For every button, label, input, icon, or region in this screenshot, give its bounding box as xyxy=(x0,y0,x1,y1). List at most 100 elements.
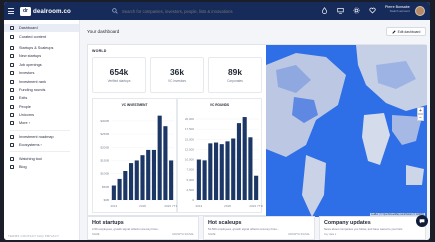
y-tick-label: 7,500 xyxy=(186,168,194,172)
edit-dashboard-label: Edit dashboard xyxy=(397,29,421,34)
column-name: NAME xyxy=(208,233,216,236)
globe-icon xyxy=(10,143,14,148)
document-icon xyxy=(10,165,14,170)
sidebar-item-jobs[interactable]: Job openings xyxy=(4,61,79,69)
sidebar-item-investment-rank[interactable]: Investment rank xyxy=(4,77,79,85)
bar-2016[interactable] xyxy=(128,163,134,200)
x-tick-label: 2023 YTD xyxy=(164,204,178,208)
edit-dashboard-button[interactable]: Edit dashboard xyxy=(386,27,426,36)
monitor-icon[interactable] xyxy=(336,6,344,14)
people-icon xyxy=(10,104,14,109)
hot-scaleups-card[interactable]: Hot scaleups 51-500 employees, growth si… xyxy=(203,216,315,240)
bar-2016[interactable] xyxy=(213,142,219,200)
y-tick-label: 17,500 xyxy=(185,127,195,131)
sidebar-item-investment-roadmap[interactable]: Investment roadmap xyxy=(4,133,79,141)
kpi-verified-startups[interactable]: 654k Verified startups xyxy=(92,57,146,93)
heart-icon[interactable] xyxy=(368,6,376,14)
bar-2023-ytd[interactable] xyxy=(169,160,174,200)
sidebar-item-dashboard[interactable]: Dashboard xyxy=(4,24,79,33)
bar-2021[interactable] xyxy=(157,115,162,200)
sidebar-item-label: Investors xyxy=(19,71,35,76)
sidebar-item-funding-rounds[interactable]: Funding rounds xyxy=(4,86,79,94)
bar-2023-ytd[interactable] xyxy=(254,175,259,200)
sidebar-item-startups[interactable]: Startups & Scaleups xyxy=(4,44,79,52)
column-growth: GROWTH SIGNAL xyxy=(171,233,194,236)
y-tick-label: $250B xyxy=(100,132,109,136)
x-tick-label: 2013 xyxy=(196,204,203,208)
bar-2022[interactable] xyxy=(163,126,168,200)
bar-2021[interactable] xyxy=(242,117,247,200)
brand-logo[interactable]: dr dealroom.co xyxy=(20,6,71,16)
chat-icon xyxy=(419,219,425,224)
eye-icon xyxy=(10,156,14,161)
screen-background: dr dealroom.co Pierre Bonsabe Switch acc… xyxy=(0,0,435,242)
kpi-row: 654k Verified startups 36k VC investors … xyxy=(92,57,262,93)
bar-2015[interactable] xyxy=(208,143,213,200)
kpi-label: VC investors xyxy=(167,79,187,83)
bar-2020[interactable] xyxy=(151,149,157,200)
company-updates-card[interactable]: Company updates News about companies you… xyxy=(319,216,426,240)
vc-rounds-chart[interactable]: VC ROUNDS 0 2,500 5,000 7,500 10,000 12,500 15… xyxy=(177,98,263,213)
kpi-vc-investors[interactable]: 36k VC investors xyxy=(150,57,204,93)
sidebar-item-blog[interactable]: Blog xyxy=(4,163,79,171)
bar-2017[interactable] xyxy=(219,144,224,200)
bank-icon xyxy=(10,71,14,76)
zoom-out-button[interactable]: − xyxy=(417,114,424,121)
avatar[interactable] xyxy=(415,6,425,16)
bar-2013[interactable] xyxy=(196,159,201,200)
search-input[interactable] xyxy=(122,8,302,14)
sidebar-item-new-startups[interactable]: New startups xyxy=(4,52,79,60)
column-growth: GROWTH SIGNAL xyxy=(287,233,310,236)
card-columns: NAME GROWTH SIGNAL xyxy=(208,233,310,236)
bar-2014[interactable] xyxy=(202,160,207,200)
droplet-icon[interactable] xyxy=(320,6,328,14)
sidebar-item-more[interactable]: More › xyxy=(4,119,79,127)
sidebar-item-people[interactable]: People xyxy=(4,103,79,111)
top-icons xyxy=(320,6,376,14)
card-subtitle: 51-500 employees, growth signal reflects… xyxy=(208,227,280,231)
world-map[interactable]: + − Leaflet | © OpenStreetMap contributo… xyxy=(266,45,427,217)
star-icon xyxy=(10,34,14,39)
sidebar-item-unicorns[interactable]: Unicorns xyxy=(4,111,79,119)
bar-2022[interactable] xyxy=(248,137,253,200)
sidebar-item-label: Watching tool xyxy=(19,156,42,161)
sidebar-item-investors[interactable]: Investors xyxy=(4,69,79,77)
bar-2018[interactable] xyxy=(140,155,145,200)
chat-button[interactable] xyxy=(416,215,428,227)
bar-2019[interactable] xyxy=(231,138,236,200)
card-title: Hot startups xyxy=(92,220,124,226)
zoom-in-button[interactable]: + xyxy=(417,107,424,114)
ranking-icon xyxy=(10,79,14,84)
user-menu[interactable]: Pierre Bonsabe Switch account xyxy=(385,5,410,13)
search-bar[interactable] xyxy=(112,6,302,16)
sidebar-footer-links[interactable]: TERMS CONTACT FAQ PRIVACY xyxy=(8,234,59,238)
bar-2019[interactable] xyxy=(146,149,151,200)
briefcase-icon xyxy=(10,62,14,67)
bar-2014[interactable] xyxy=(117,178,122,200)
y-tick-label: 20,000 xyxy=(185,117,195,121)
bar-2013[interactable] xyxy=(111,185,116,201)
card-columns: NAME GROWTH SIGNAL xyxy=(92,233,194,236)
money-icon xyxy=(10,87,14,92)
date-filter[interactable]: Any date ▾ xyxy=(324,233,336,236)
bar-2020[interactable] xyxy=(236,123,242,200)
gear-icon[interactable] xyxy=(352,6,360,14)
chart-title: VC INVESTMENT xyxy=(121,103,148,107)
kpi-corporates[interactable]: 89k Corporates xyxy=(208,57,262,93)
sidebar-item-curated[interactable]: Curated content xyxy=(4,32,79,40)
bar-2018[interactable] xyxy=(225,141,230,200)
bar-2015[interactable] xyxy=(123,171,128,200)
sidebar-item-ecosystems[interactable]: Ecosystems › xyxy=(4,141,79,149)
sidebar-item-label: Blog xyxy=(19,165,27,170)
menu-icon[interactable] xyxy=(4,2,18,20)
sidebar-item-label: Investment rank xyxy=(19,79,47,84)
sidebar-item-watching-tool[interactable]: Watching tool xyxy=(4,154,79,162)
hot-startups-card[interactable]: Hot startups 2-50 employees, growth sign… xyxy=(87,216,199,240)
y-tick-label: $200B xyxy=(100,145,109,149)
sidebar-item-exits[interactable]: Exits xyxy=(4,94,79,102)
bar-2017[interactable] xyxy=(134,160,139,200)
vc-investment-chart[interactable]: VC INVESTMENT $0B $50B $100B $150B $200B $250… xyxy=(92,98,178,213)
sidebar-item-label: Exits xyxy=(19,96,28,101)
world-panel: WORLD 654k Verified startups 36k VC inve… xyxy=(87,44,427,217)
page-title: Your dashboard xyxy=(87,29,120,34)
